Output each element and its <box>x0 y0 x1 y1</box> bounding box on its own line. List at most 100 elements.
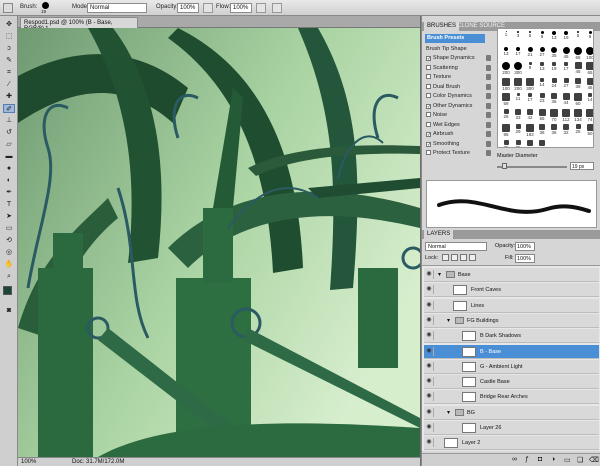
lock-icon[interactable] <box>486 93 491 99</box>
brush-preset-cell[interactable]: 25 <box>572 124 584 136</box>
visibility-eye-icon[interactable]: ◉ <box>425 423 434 432</box>
brush-preset-cell[interactable]: 44 <box>560 93 572 105</box>
brush-preset-cell[interactable]: 200 <box>500 62 512 75</box>
brush-preset-cell[interactable]: 19 <box>560 31 572 43</box>
pressure-opacity-button[interactable] <box>203 3 213 13</box>
brush-option-checkbox[interactable] <box>426 64 431 70</box>
visibility-eye-icon[interactable]: ◉ <box>425 300 434 310</box>
brush-option-item[interactable]: Color Dynamics <box>424 92 491 101</box>
brush-preset-cell[interactable]: 13 <box>548 31 560 43</box>
group-expand-icon[interactable]: ▾ <box>447 317 450 324</box>
brush-preset-cell[interactable]: 65 <box>572 46 584 60</box>
brush-preset-cell[interactable]: 24 <box>548 77 560 90</box>
brush-preset-cell[interactable]: 17 <box>560 62 572 74</box>
brush-preset-cell[interactable]: 46 <box>584 77 593 90</box>
layer-row[interactable]: ◉ ▾ FG Buildings <box>424 313 599 328</box>
eyedropper-tool-icon[interactable]: ⁄ <box>3 80 15 89</box>
lock-icon[interactable] <box>486 64 491 71</box>
brush-option-item[interactable]: Protect Texture <box>424 149 491 158</box>
group-expand-icon[interactable]: ▾ <box>447 409 450 416</box>
brush-preset-cell[interactable]: 112 <box>560 108 572 122</box>
brush-presets-button[interactable]: Brush Presets <box>425 34 485 43</box>
shape-tool-icon[interactable]: ▭ <box>3 224 15 233</box>
brush-preset-cell[interactable]: 36 <box>548 93 560 105</box>
zoom-tool-icon[interactable]: ⌕ <box>3 272 15 281</box>
layer-row[interactable]: ◉ G - Ambient Light <box>424 359 599 374</box>
crop-tool-icon[interactable]: ⌗ <box>3 68 15 77</box>
brush-picker[interactable]: 19 <box>38 2 52 14</box>
layer-row[interactable]: ◉ B - Base <box>424 344 599 359</box>
brush-preset-cell[interactable]: 5 <box>572 31 584 43</box>
trash-icon[interactable]: ⌫ <box>589 456 599 464</box>
lock-icon[interactable] <box>486 112 491 118</box>
layer-row[interactable]: ◉ Front Caves <box>424 283 599 298</box>
master-diameter-slider[interactable] <box>497 166 567 168</box>
brush-option-item[interactable]: Noise <box>424 111 491 120</box>
brush-preset-cell[interactable]: 45 <box>572 62 584 74</box>
brush-option-checkbox[interactable] <box>426 150 431 155</box>
doc-info[interactable]: Doc: 31.7M/172.0M <box>72 459 124 465</box>
brush-option-item[interactable]: Scattering <box>424 64 491 73</box>
brush-preset-cell[interactable]: 95 <box>500 124 512 137</box>
3d-orbit-tool-icon[interactable]: ◎ <box>3 248 15 257</box>
layer-row[interactable]: ◉ Castle Base <box>424 375 599 390</box>
brush-preset-cell[interactable]: 200 <box>512 77 524 91</box>
canvas[interactable] <box>18 28 420 457</box>
brush-option-checkbox[interactable] <box>426 121 431 127</box>
brush-preset-cell[interactable]: 45 <box>560 46 572 59</box>
brush-option-checkbox[interactable] <box>426 112 431 117</box>
visibility-eye-icon[interactable]: ◉ <box>425 346 434 356</box>
healing-tool-icon[interactable]: ✚ <box>3 92 15 101</box>
brush-preset-cell[interactable]: 14 <box>536 77 548 90</box>
brush-option-checkbox[interactable]: ✓ <box>426 132 431 138</box>
brush-preset-cell[interactable]: 300 <box>524 77 536 91</box>
layer-row[interactable]: ◉ B Dark Shadows <box>424 329 599 344</box>
dodge-tool-icon[interactable]: ◐ <box>3 176 15 185</box>
brush-preset-cell[interactable]: 70 <box>548 108 560 122</box>
brush-preset-cell[interactable]: 100 <box>584 46 593 60</box>
type-tool-icon[interactable]: T <box>3 200 15 209</box>
master-diameter-handle[interactable] <box>502 163 507 169</box>
brush-preset-cell[interactable]: 1 <box>500 31 512 43</box>
history-brush-tool-icon[interactable]: ↺ <box>3 128 15 137</box>
lock-icon[interactable] <box>486 150 491 156</box>
lock-icon[interactable] <box>486 121 491 128</box>
visibility-eye-icon[interactable]: ◉ <box>425 392 434 402</box>
hand-tool-icon[interactable]: ✋ <box>3 260 15 269</box>
brush-option-checkbox[interactable] <box>426 74 431 79</box>
brush-preset-cell[interactable]: 36 <box>548 124 560 136</box>
foreground-color-swatch[interactable] <box>3 286 12 295</box>
adjustment-layer-icon[interactable]: ◑ <box>551 456 555 463</box>
zoom-level[interactable]: 100% <box>21 459 36 465</box>
layer-mask-icon[interactable]: ◘ <box>538 456 542 463</box>
visibility-eye-icon[interactable]: ◉ <box>425 377 434 387</box>
visibility-eye-icon[interactable]: ◉ <box>425 407 434 417</box>
brush-preset-cell[interactable]: 29 <box>512 124 524 136</box>
brush-preset-cell[interactable]: 3 <box>512 31 524 43</box>
group-expand-icon[interactable]: ▾ <box>438 271 441 278</box>
document-tab[interactable]: Respod1.psd @ 100% (B - Base, RGB/8) * <box>20 17 138 32</box>
brush-option-item[interactable]: ✓ Shape Dynamics <box>424 54 491 63</box>
brush-preset-cell[interactable]: 100 <box>500 77 512 91</box>
visibility-eye-icon[interactable]: ◉ <box>425 331 434 341</box>
brush-preset-cell[interactable]: 9 <box>524 62 536 74</box>
lock-icon[interactable] <box>486 74 491 80</box>
brush-option-item[interactable]: Wet Edges <box>424 121 491 130</box>
tab-layers[interactable]: LAYERS <box>424 230 454 239</box>
lasso-tool-icon[interactable]: ↄ <box>3 44 15 53</box>
link-layers-icon[interactable]: ∞ <box>512 456 517 463</box>
clone-stamp-tool-icon[interactable]: ⊥ <box>3 116 15 125</box>
blur-tool-icon[interactable]: ● <box>3 164 15 173</box>
visibility-eye-icon[interactable]: ◉ <box>425 270 434 279</box>
brush-preset-cell[interactable]: 41 <box>536 139 548 147</box>
brush-preset-cell[interactable]: 42 <box>524 108 536 121</box>
brush-preset-cell[interactable]: 300 <box>512 62 524 75</box>
brush-preset-cell[interactable]: 192 <box>524 124 536 137</box>
brush-option-item[interactable]: Dual Brush <box>424 83 491 92</box>
lock-image-button[interactable] <box>451 254 458 261</box>
pen-tool-icon[interactable]: ✒ <box>3 188 15 197</box>
brush-preset-cell[interactable]: 25 <box>512 139 524 147</box>
airbrush-button[interactable] <box>256 3 266 13</box>
layer-row[interactable]: ◉ Layer 2 <box>424 436 599 451</box>
lock-position-button[interactable] <box>460 254 467 261</box>
